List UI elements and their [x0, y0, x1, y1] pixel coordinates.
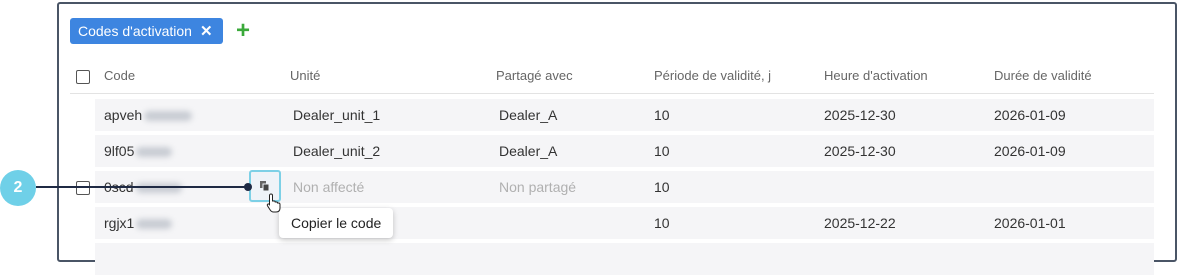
- column-header-unit[interactable]: Unité: [290, 61, 320, 91]
- callout-line: [36, 186, 248, 188]
- unit-cell: Dealer_unit_2: [293, 143, 381, 159]
- shared-cell: Dealer_A: [499, 143, 558, 159]
- validity-cell: 2026-01-09: [994, 107, 1066, 123]
- masked-code: [136, 219, 173, 230]
- select-all-checkbox[interactable]: [76, 70, 90, 84]
- period-cell: 10: [654, 179, 670, 195]
- table-row[interactable]: [95, 243, 1154, 275]
- hand-pointer-icon: [266, 193, 281, 213]
- column-header-validity-period[interactable]: Période de validité, j: [654, 61, 771, 91]
- validity-cell: 2026-01-01: [994, 215, 1066, 231]
- masked-code: [135, 183, 182, 194]
- header-divider: [70, 93, 1154, 94]
- period-cell: 10: [654, 107, 670, 123]
- activation-cell: 2025-12-30: [824, 107, 896, 123]
- column-header-activation-time[interactable]: Heure d'activation: [824, 61, 928, 91]
- filter-chip-activation-codes[interactable]: Codes d'activation ✕: [70, 18, 223, 44]
- activation-cell: 2025-12-22: [824, 215, 896, 231]
- masked-code: [144, 111, 193, 122]
- close-icon[interactable]: ✕: [200, 22, 213, 40]
- shared-cell: Dealer_A: [499, 107, 558, 123]
- shared-cell: Non partagé: [499, 179, 577, 195]
- copy-code-tooltip: Copier le code: [279, 208, 394, 238]
- masked-code: [136, 147, 173, 158]
- column-header-validity-duration[interactable]: Durée de validité: [994, 61, 1092, 91]
- period-cell: 10: [654, 215, 670, 231]
- code-cell: apveh: [104, 99, 193, 131]
- unit-cell: Dealer_unit_1: [293, 107, 381, 123]
- filter-chip-label: Codes d'activation: [78, 23, 192, 39]
- row-checkbox[interactable]: [76, 181, 90, 195]
- validity-cell: 2026-01-09: [994, 143, 1066, 159]
- copy-icon: [260, 181, 270, 192]
- column-header-shared-with[interactable]: Partagé avec: [496, 61, 573, 91]
- column-header-code[interactable]: Code: [104, 61, 135, 91]
- step-badge: 2: [0, 170, 36, 206]
- add-filter-button[interactable]: +: [236, 18, 250, 44]
- code-cell: 9lf05: [104, 135, 173, 167]
- period-cell: 10: [654, 143, 670, 159]
- unit-cell: Non affecté: [293, 179, 365, 195]
- code-cell: rgjx1: [104, 207, 173, 239]
- callout-dot: [244, 183, 252, 191]
- activation-cell: 2025-12-30: [824, 143, 896, 159]
